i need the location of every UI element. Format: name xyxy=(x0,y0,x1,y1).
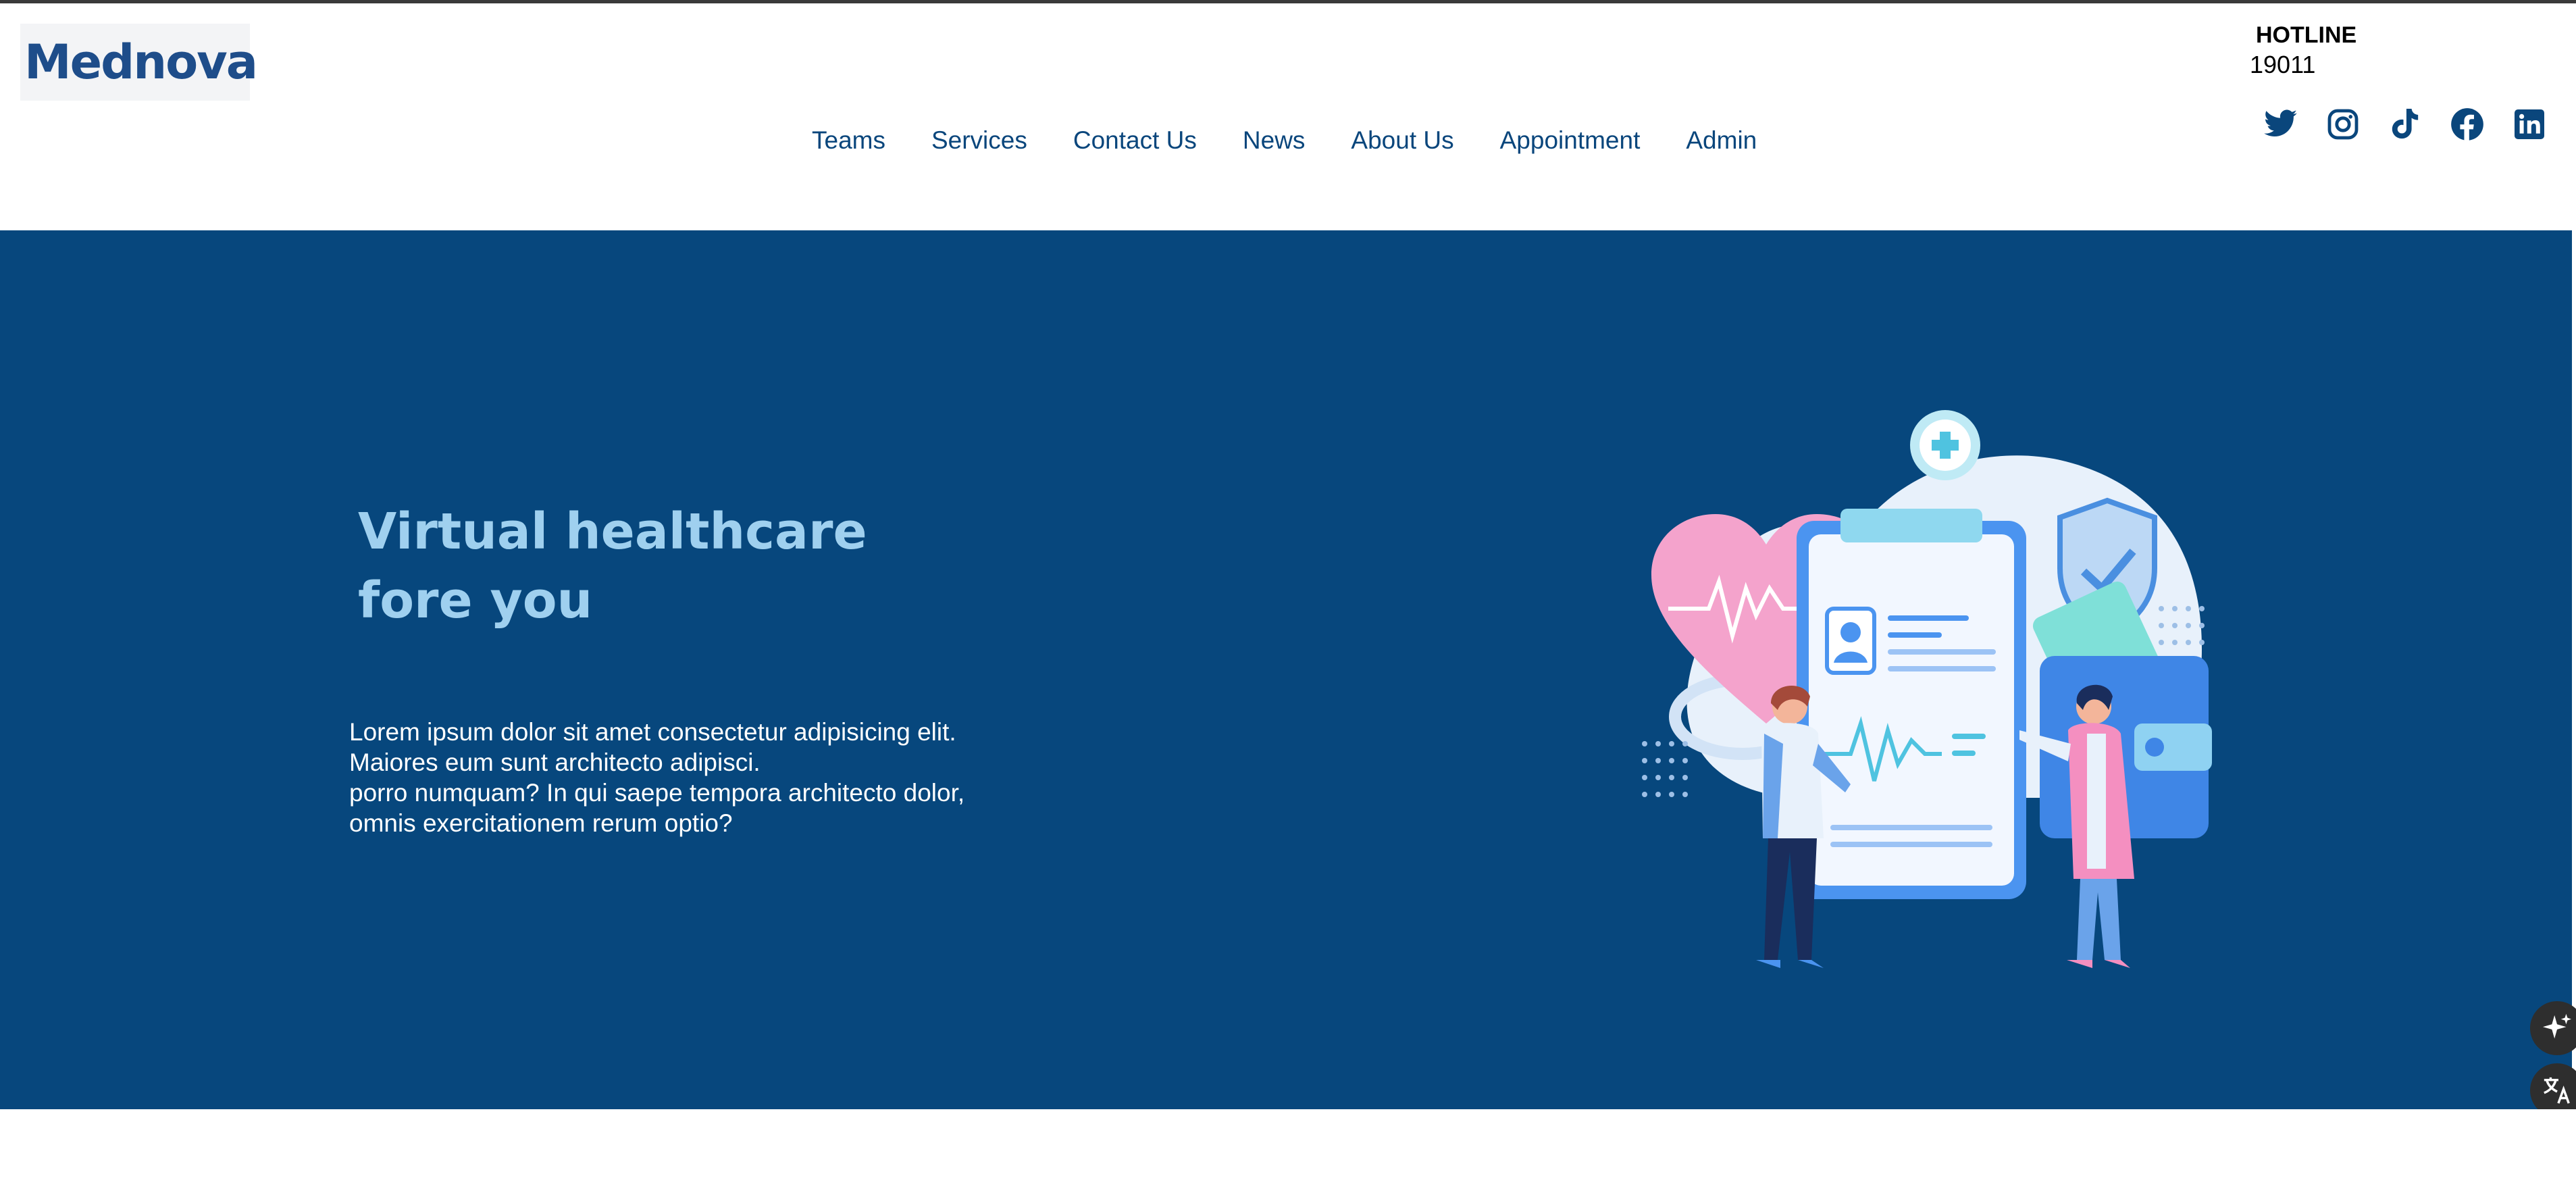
hero-description: Lorem ipsum dolor sit amet consectetur a… xyxy=(349,717,1025,838)
scrollbar-track[interactable] xyxy=(2572,230,2576,1109)
hotline-label: HOTLINE xyxy=(2256,22,2357,48)
hero-text-line: omnis exercitationem rerum optio? xyxy=(349,809,733,837)
healthcare-illustration xyxy=(1642,410,2212,968)
nav-item-appointment[interactable]: Appointment xyxy=(1500,126,1641,155)
facebook-icon[interactable] xyxy=(2449,106,2485,143)
nav-item-services[interactable]: Services xyxy=(931,126,1027,155)
page-below-fold xyxy=(0,1109,2576,1193)
hotline-number[interactable]: 19011 xyxy=(2250,51,2315,79)
hero-title: Virtual healthcare fore you xyxy=(358,497,966,635)
hero-title-line-1: Virtual healthcare xyxy=(358,503,867,561)
hero-text-line: Lorem ipsum dolor sit amet consectetur a… xyxy=(349,718,956,746)
social-links xyxy=(2263,106,2548,143)
hero-text-line: Maiores eum sunt architecto adipisci. xyxy=(349,748,761,776)
main-nav: Teams Services Contact Us News About Us … xyxy=(812,126,1757,155)
hero-section: Virtual healthcare fore you Lorem ipsum … xyxy=(0,230,2572,1109)
nav-item-teams[interactable]: Teams xyxy=(812,126,885,155)
hero-title-line-2: fore you xyxy=(358,572,593,630)
hero-text-line: porro numquam? In qui saepe tempora arch… xyxy=(349,779,965,807)
nav-item-admin[interactable]: Admin xyxy=(1686,126,1757,155)
nav-item-about-us[interactable]: About Us xyxy=(1351,126,1453,155)
instagram-icon[interactable] xyxy=(2325,106,2361,143)
linkedin-icon[interactable] xyxy=(2511,106,2548,143)
site-header: Mednova Teams Services Contact Us News A… xyxy=(0,3,2576,230)
nav-item-contact-us[interactable]: Contact Us xyxy=(1073,126,1197,155)
twitter-icon[interactable] xyxy=(2263,106,2299,143)
tiktok-icon[interactable] xyxy=(2387,106,2423,143)
brand-logo[interactable]: Mednova xyxy=(20,24,258,101)
brand-name: Mednova xyxy=(24,34,258,90)
nav-item-news[interactable]: News xyxy=(1243,126,1306,155)
